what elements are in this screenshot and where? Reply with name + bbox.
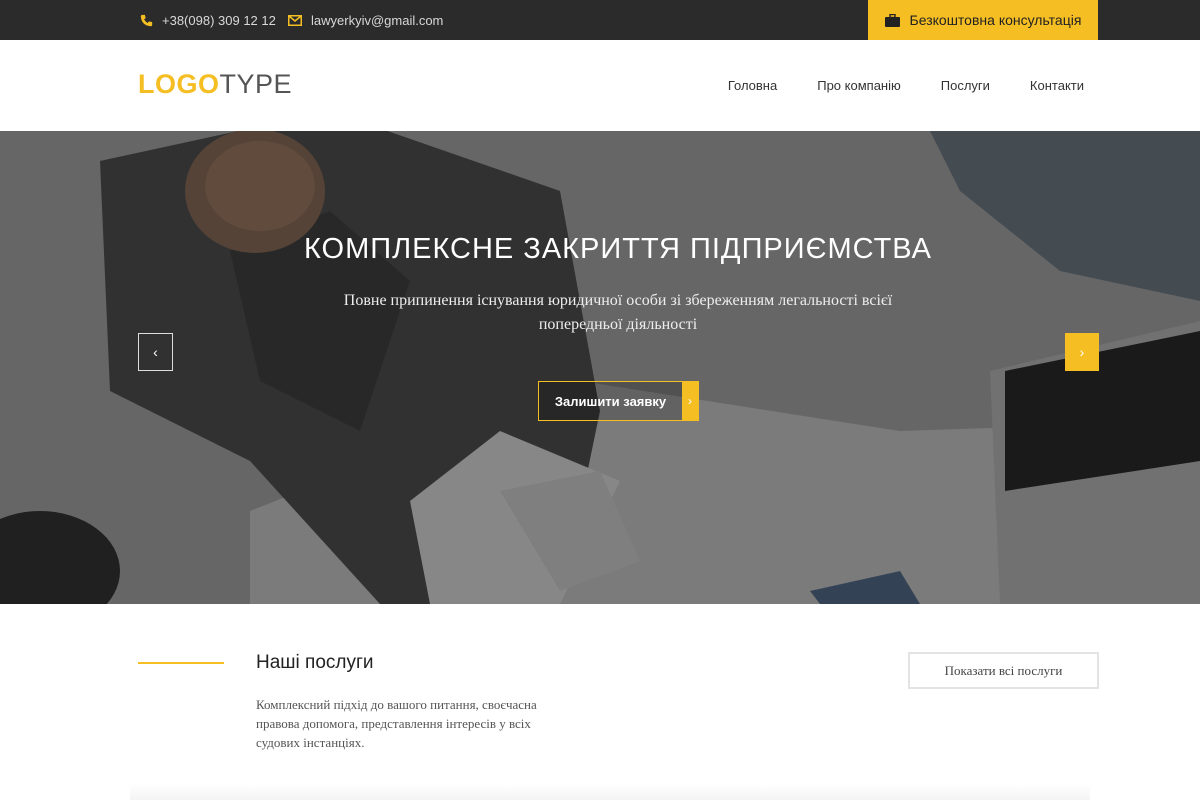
main-nav: Головна Про компанію Послуги Контакти [728,40,1084,131]
phone-contact[interactable]: +38(098) 309 12 12 [138,0,276,40]
site-header: LOGOTYPE Головна Про компанію Послуги Ко… [0,40,1200,131]
free-consultation-button[interactable]: Безкоштовна консультація [868,0,1098,40]
hero-subtitle: Повне припинення існування юридичної осо… [343,292,893,333]
submit-request-button[interactable]: Залишити заявку › [538,381,699,421]
section-divider-shadow [130,784,1090,800]
briefcase-icon [884,13,900,27]
services-title: Наші послуги [256,652,374,673]
chevron-right-icon: › [1079,344,1085,360]
nav-item-about[interactable]: Про компанію [817,78,901,93]
phone-number: +38(098) 309 12 12 [162,12,276,28]
consultation-label: Безкоштовна консультація [909,12,1082,28]
hero-title: КОМПЛЕКСНЕ ЗАКРИТТЯ ПІДПРИЄМСТВА [303,233,933,265]
phone-icon [138,12,154,28]
email-contact[interactable]: lawyerkyiv@gmail.com [287,0,443,40]
slider-prev-button[interactable]: ‹ [138,333,173,371]
logo-text-accent: LOGO [138,69,220,99]
top-bar: +38(098) 309 12 12 lawyerkyiv@gmail.com … [0,0,1200,40]
chevron-right-icon: › [682,382,698,420]
logo[interactable]: LOGOTYPE [138,69,292,100]
hero-overlay [0,131,1200,604]
submit-request-label: Залишити заявку [554,393,667,409]
section-accent-line [138,662,224,664]
email-address: lawyerkyiv@gmail.com [311,12,444,28]
nav-item-services[interactable]: Послуги [941,78,990,93]
nav-item-home[interactable]: Головна [728,78,777,93]
show-all-services-button[interactable]: Показати всі послуги [908,652,1099,689]
hero-slider: КОМПЛЕКСНЕ ЗАКРИТТЯ ПІДПРИЄМСТВА Повне п… [0,131,1200,604]
nav-item-contacts[interactable]: Контакти [1030,78,1084,93]
chevron-left-icon: ‹ [153,344,158,360]
services-description: Комплексний підхід до вашого питання, св… [256,697,537,750]
logo-text-main: TYPE [219,69,293,99]
slider-next-button[interactable]: › [1065,333,1099,371]
envelope-icon [287,12,303,28]
services-section: Наші послуги Комплексний підхід до вашог… [0,604,1200,800]
